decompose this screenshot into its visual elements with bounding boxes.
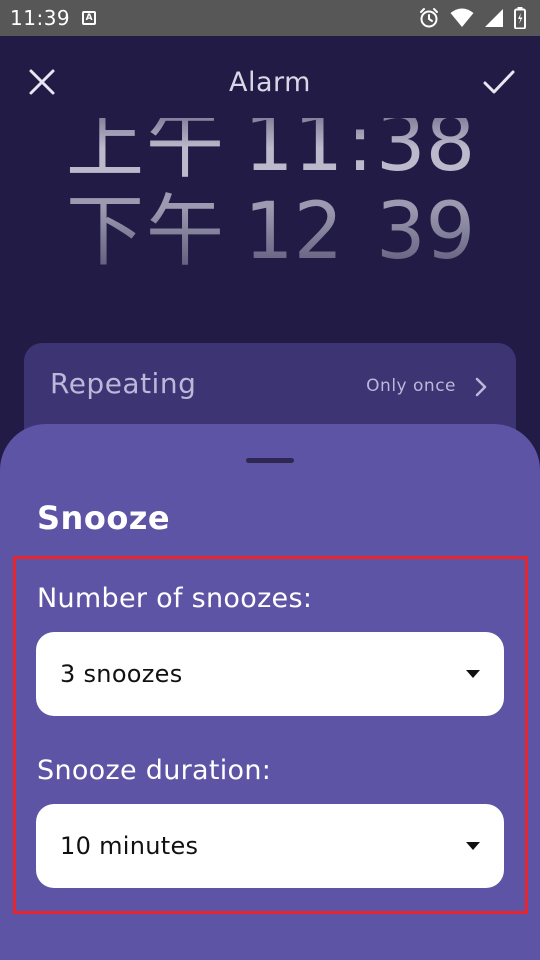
wifi-icon: [450, 8, 474, 27]
snooze-duration-value: 10 minutes: [60, 832, 199, 860]
wheel-fade-bottom: [0, 208, 540, 278]
alarm-icon: [420, 8, 438, 28]
notification-a-icon: A: [82, 11, 97, 25]
page-title: Alarm: [229, 66, 311, 98]
sheet-title: Snooze: [37, 499, 171, 537]
signal-icon: [485, 9, 503, 27]
repeating-value: Only once: [366, 376, 456, 396]
wheel-fade-top: [0, 118, 540, 148]
dropdown-arrow-icon: [466, 842, 480, 850]
snooze-bottom-sheet: Snooze Number of snoozes: 3 snoozes Snoo…: [0, 424, 540, 960]
dropdown-arrow-icon: [466, 670, 480, 678]
snooze-count-dropdown[interactable]: 3 snoozes: [36, 632, 504, 716]
snooze-duration-label: Snooze duration:: [37, 755, 272, 786]
status-time: 11:39: [10, 6, 71, 30]
snooze-count-value: 3 snoozes: [60, 660, 183, 688]
battery-icon: [514, 7, 526, 29]
status-icons: [418, 7, 526, 29]
status-bar: 11:39 A: [0, 0, 540, 36]
app-bar: Alarm: [0, 36, 540, 128]
snooze-count-label: Number of snoozes:: [37, 583, 313, 614]
close-icon[interactable]: [26, 66, 58, 98]
snooze-duration-dropdown[interactable]: 10 minutes: [36, 804, 504, 888]
drag-handle[interactable]: [246, 458, 294, 463]
check-icon[interactable]: [482, 66, 516, 98]
time-picker-wheel[interactable]: 上午 11 : 38 下午 12 39: [0, 118, 540, 278]
repeating-label: Repeating: [50, 367, 197, 400]
chevron-right-icon: [475, 377, 487, 397]
